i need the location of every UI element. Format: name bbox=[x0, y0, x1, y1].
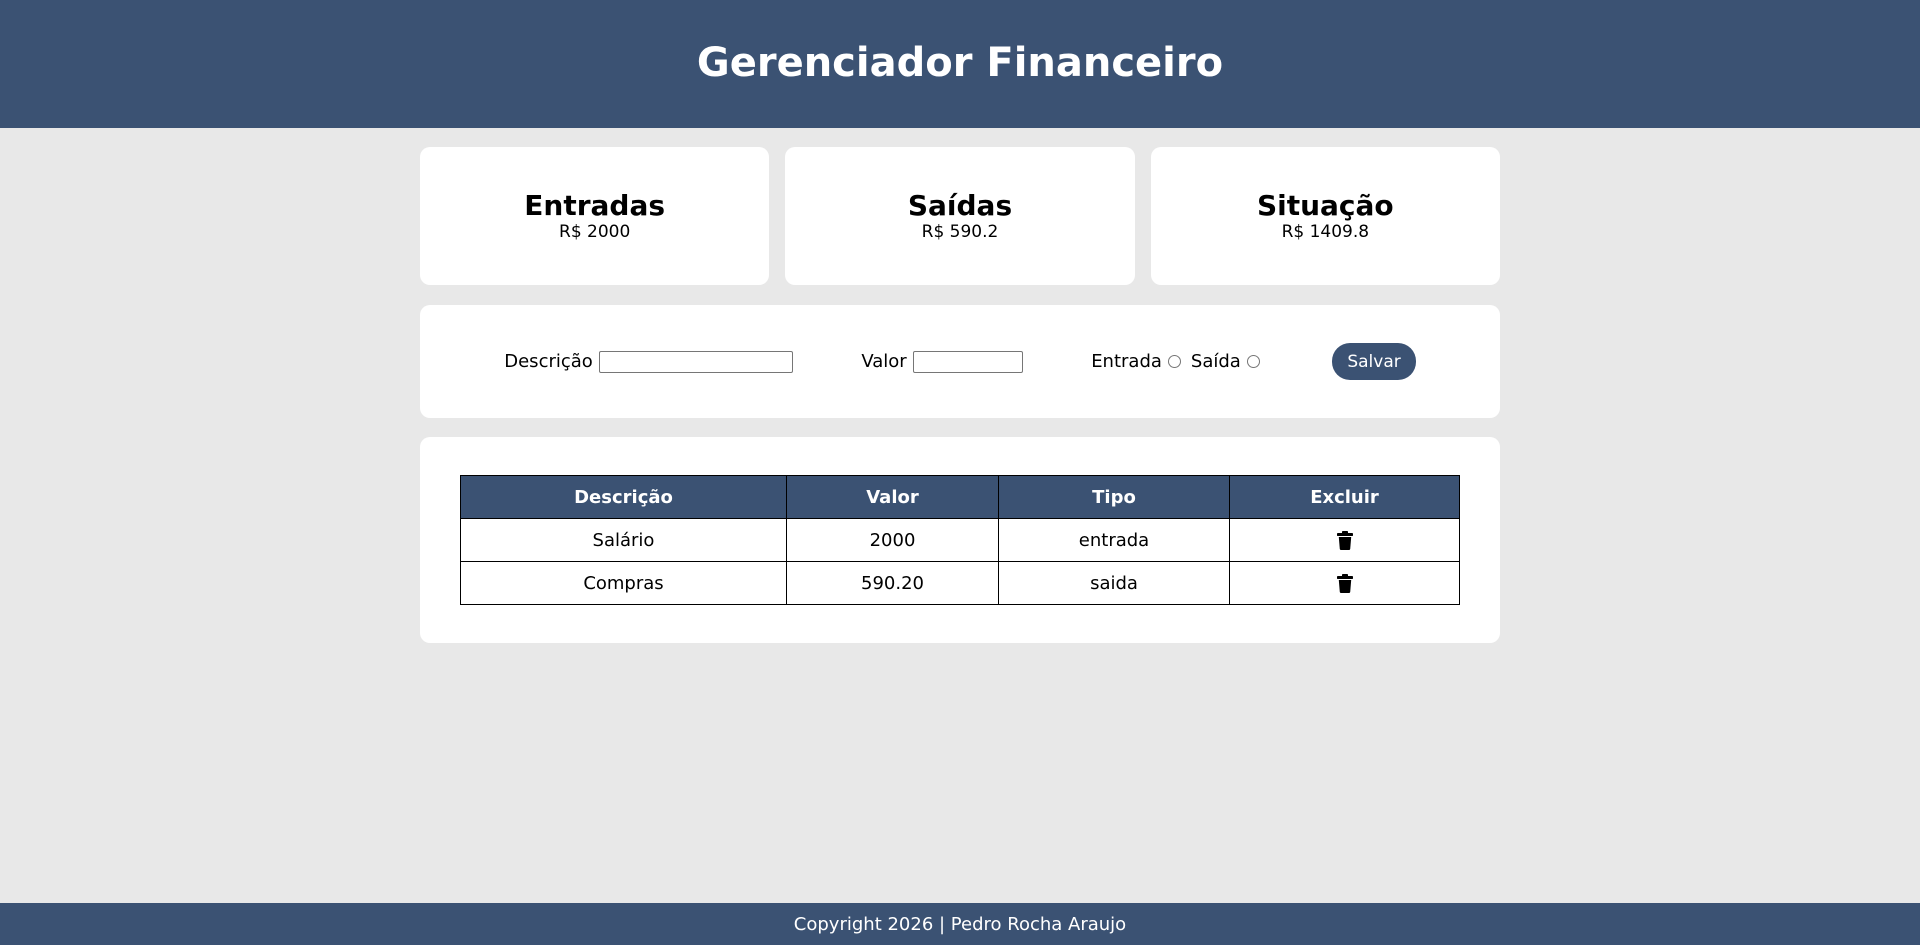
table-row: Salário 2000 entrada bbox=[460, 518, 1460, 562]
expenses-card: Saídas R$ 590.2 bbox=[785, 147, 1135, 285]
income-card: Entradas R$ 2000 bbox=[420, 147, 770, 285]
income-value: R$ 2000 bbox=[559, 222, 631, 242]
balance-label: Situação bbox=[1256, 189, 1394, 222]
row-amount: 590.20 bbox=[786, 561, 999, 605]
header-amount: Valor bbox=[786, 475, 999, 519]
header-description: Descrição bbox=[460, 475, 787, 519]
save-button[interactable]: Salvar bbox=[1332, 343, 1416, 380]
type-income-radio[interactable] bbox=[1167, 355, 1181, 368]
type-income-label: Entrada bbox=[1091, 351, 1162, 372]
trash-icon[interactable] bbox=[1336, 574, 1353, 593]
row-type: entrada bbox=[998, 518, 1230, 562]
type-expense-label: Saída bbox=[1190, 351, 1241, 372]
header-delete: Excluir bbox=[1229, 475, 1460, 519]
summary-cards: Entradas R$ 2000 Saídas R$ 590.2 Situaçã… bbox=[420, 147, 1500, 285]
balance-value: R$ 1409.8 bbox=[1281, 222, 1370, 242]
amount-field: Valor bbox=[861, 350, 1023, 373]
description-input[interactable] bbox=[598, 350, 793, 373]
table-header-row: Descrição Valor Tipo Excluir bbox=[460, 475, 1460, 519]
row-delete-cell bbox=[1229, 518, 1460, 562]
row-description: Compras bbox=[460, 561, 787, 605]
type-radio-group: Entrada Saída bbox=[1091, 351, 1264, 372]
balance-card: Situação R$ 1409.8 bbox=[1150, 147, 1500, 285]
amount-input[interactable] bbox=[912, 350, 1023, 373]
transaction-form: Descrição Valor Entrada Saída Salvar bbox=[420, 305, 1500, 418]
header-type: Tipo bbox=[998, 475, 1230, 519]
row-type: saida bbox=[998, 561, 1230, 605]
income-label: Entradas bbox=[524, 189, 666, 222]
row-amount: 2000 bbox=[786, 518, 999, 562]
description-label: Descrição bbox=[504, 351, 593, 372]
row-description: Salário bbox=[460, 518, 787, 562]
transactions-panel: Descrição Valor Tipo Excluir Salário 200… bbox=[420, 437, 1500, 643]
description-field: Descrição bbox=[504, 350, 793, 373]
app-header: Gerenciador Financeiro bbox=[0, 0, 1920, 128]
amount-label: Valor bbox=[861, 351, 907, 372]
footer-copyright: Copyright 2026 | Pedro Rocha Araujo bbox=[793, 913, 1127, 935]
expenses-label: Saídas bbox=[907, 189, 1013, 222]
table-row: Compras 590.20 saida bbox=[460, 561, 1460, 605]
expenses-value: R$ 590.2 bbox=[921, 222, 999, 242]
app-footer: Copyright 2026 | Pedro Rocha Araujo bbox=[0, 903, 1920, 945]
page-title: Gerenciador Financeiro bbox=[696, 40, 1224, 86]
row-delete-cell bbox=[1229, 561, 1460, 605]
transactions-table: Descrição Valor Tipo Excluir Salário 200… bbox=[460, 475, 1460, 605]
trash-icon[interactable] bbox=[1336, 531, 1353, 550]
app-page: Gerenciador Financeiro Entradas R$ 2000 … bbox=[0, 0, 1920, 945]
type-expense-radio[interactable] bbox=[1246, 355, 1260, 368]
